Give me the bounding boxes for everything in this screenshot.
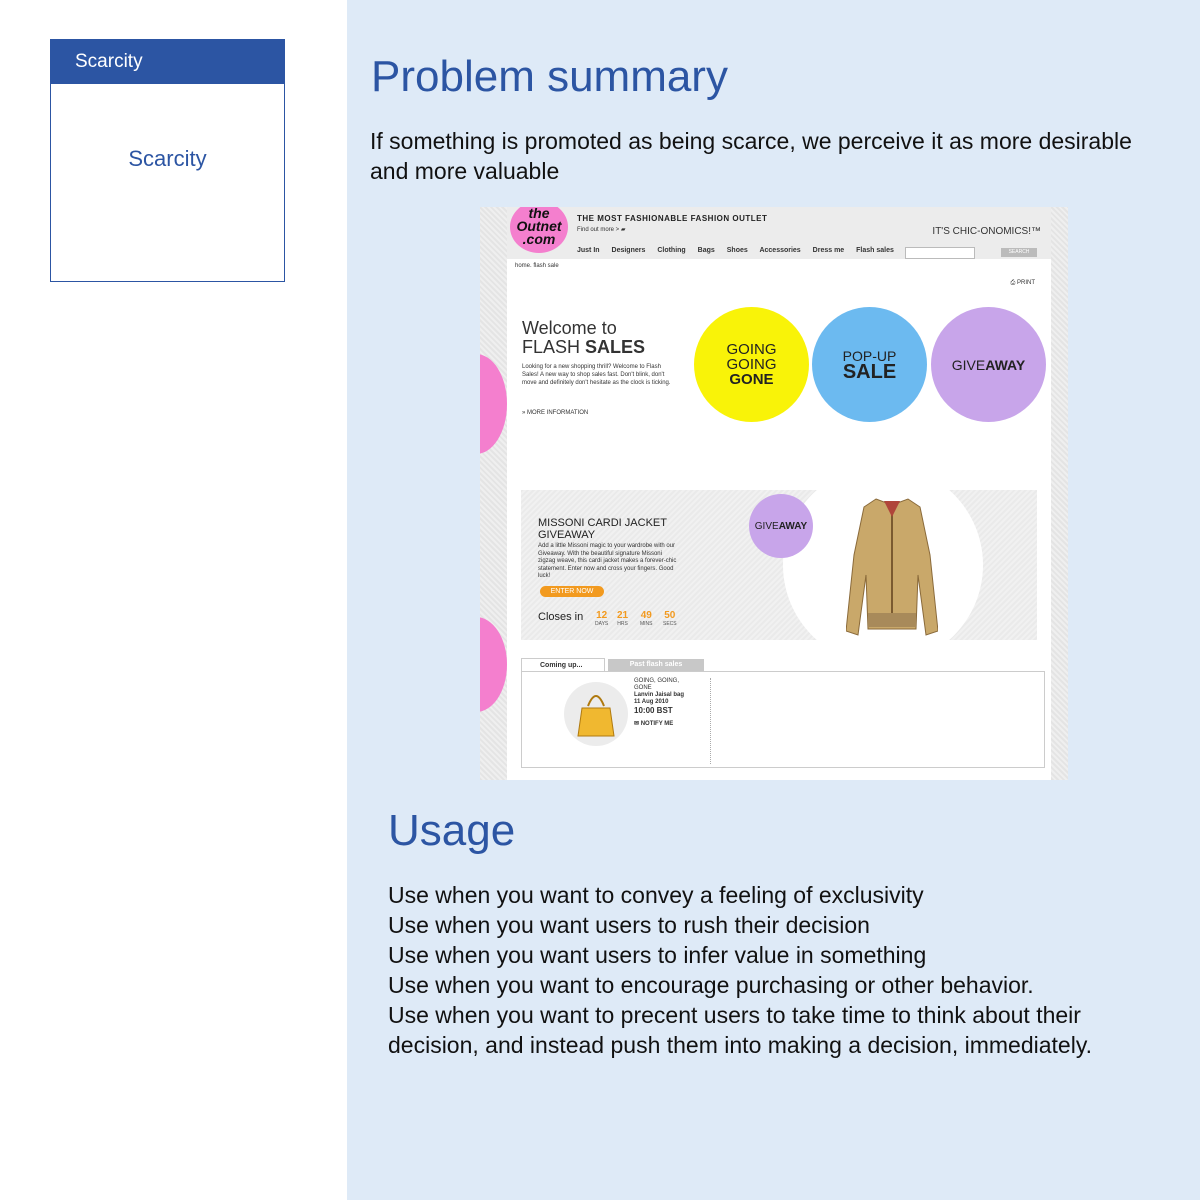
nav-item: Dress me: [812, 247, 845, 254]
countdown-mins: 49 MINS: [640, 610, 653, 628]
mail-icon: ✉: [634, 721, 640, 727]
usage-item: Use when you want to convey a feeling of…: [388, 882, 924, 908]
welcome-heading: Welcome to FLASH SALES: [522, 318, 646, 357]
tab-past-flash-sales: Past flash sales: [608, 659, 704, 671]
usage-item: Use when you want users to infer value i…: [388, 942, 927, 968]
closes-in-label: Closes in: [538, 611, 584, 623]
example-screenshot: the Outnet .com THE MOST FASHIONABLE FAS…: [480, 207, 1068, 780]
upcoming-item-details: GOING, GOING, GONE Lanvin Jaisal bag 11 …: [634, 678, 685, 715]
countdown-days: 12 DAYS: [595, 610, 609, 628]
countdown-hours: 21 HRS: [617, 610, 629, 628]
nav-item: Accessories: [759, 247, 801, 254]
nav-item: Clothing: [657, 247, 686, 254]
bag-image: [564, 682, 628, 746]
countdown-secs: 50 SECS: [663, 610, 677, 628]
more-information-link: » MORE INFORMATION: [522, 410, 589, 416]
screenshot-page: the Outnet .com THE MOST FASHIONABLE FAS…: [507, 207, 1051, 780]
card-body-title: Scarcity: [128, 146, 207, 171]
site-breadcrumb: home. flash sale: [515, 263, 559, 269]
site-nav: Just In Designers Clothing Bags Shoes Ac…: [577, 247, 904, 254]
print-icon: ⎙: [1010, 280, 1016, 286]
notify-me-link: ✉ NOTIFY ME: [634, 721, 674, 727]
jacket-image: [846, 498, 938, 636]
enter-now-button: ENTER NOW: [540, 586, 604, 597]
giveaway-badge: GIVE AWAY: [749, 494, 813, 558]
nav-item: Designers: [611, 247, 646, 254]
site-search-button: SEARCH: [1001, 248, 1037, 257]
site-slogan: IT'S CHIC-ONOMICS!™: [932, 226, 1041, 237]
card-header: Scarcity: [51, 40, 284, 84]
usage-title: Usage: [388, 806, 516, 855]
find-out-more-link: Find out more > ▰: [577, 227, 626, 233]
nav-item: Shoes: [726, 247, 748, 254]
flash-sale-tabs: Coming up... Past flash sales GOING, GOI…: [521, 658, 1045, 770]
dotted-divider: [710, 678, 711, 764]
nav-item: Bags: [697, 247, 715, 254]
site-header: the Outnet .com THE MOST FASHIONABLE FAS…: [507, 207, 1051, 259]
pattern-card[interactable]: Scarcity Scarcity: [50, 39, 285, 282]
popup-sale-circle: POP-UP SALE: [812, 307, 927, 422]
banner-title: MISSONI CARDI JACKET GIVEAWAY: [538, 517, 667, 541]
giveaway-banner: MISSONI CARDI JACKET GIVEAWAY Add a littl…: [521, 490, 1037, 640]
site-tagline: THE MOST FASHIONABLE FASHION OUTLET: [577, 214, 768, 223]
side-logo-decoration: [480, 354, 507, 454]
print-link: ⎙ PRINT: [1010, 280, 1035, 286]
tab-content: GOING, GOING, GONE Lanvin Jaisal bag 11 …: [521, 671, 1045, 768]
side-logo-decoration: [480, 617, 507, 712]
nav-item: Just In: [577, 247, 600, 254]
going-going-gone-circle: GOING GOING GONE: [694, 307, 809, 422]
left-panel: Scarcity Scarcity: [0, 0, 347, 1200]
welcome-description: Looking for a new shopping thrill? Welco…: [522, 364, 671, 386]
outnet-logo: the Outnet .com: [510, 207, 568, 253]
usage-item: Use when you want to precent users to ta…: [388, 1002, 1093, 1058]
nav-item: Flash sales: [856, 247, 894, 254]
usage-list: Use when you want to convey a feeling of…: [388, 880, 1178, 1060]
problem-summary-title: Problem summary: [371, 52, 728, 101]
usage-item: Use when you want users to rush their de…: [388, 912, 870, 938]
giveaway-circle: GIVEAWAY: [931, 307, 1046, 422]
bag-icon: [577, 695, 615, 737]
banner-description: Add a little Missoni magic to your wardr…: [538, 543, 677, 579]
camera-icon: ▰: [620, 227, 626, 233]
site-search-box: [905, 247, 975, 259]
content-panel: Problem summary If something is promoted…: [347, 0, 1200, 1200]
problem-summary-text: If something is promoted as being scarce…: [370, 128, 1132, 184]
tab-coming-up: Coming up...: [521, 658, 605, 671]
usage-item: Use when you want to encourage purchasin…: [388, 972, 1034, 998]
